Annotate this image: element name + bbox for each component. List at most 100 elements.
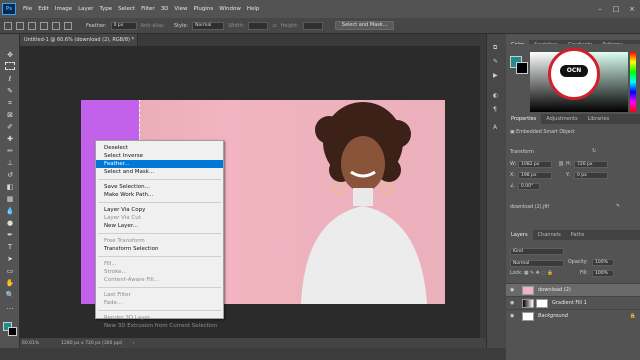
close-icon[interactable]: × <box>624 5 640 13</box>
height-field[interactable]: 720 px <box>574 161 608 168</box>
menu-image[interactable]: Image <box>52 6 75 12</box>
menu-type[interactable]: Type <box>96 6 115 12</box>
zoom-tool-icon[interactable]: 🔍 <box>4 290 16 300</box>
menu-item-layer-via-copy[interactable]: Layer Via Copy <box>96 206 223 214</box>
canvas-area[interactable] <box>20 46 486 338</box>
tab-adjustments[interactable]: Adjustments <box>541 114 582 124</box>
frame-tool-icon[interactable]: ⊠ <box>4 110 16 120</box>
select-and-mask-button[interactable]: Select and Mask... <box>334 21 395 30</box>
background-color-swatch[interactable] <box>8 327 17 336</box>
lock-icons[interactable]: ▦ ✎ ✥ ⬚ 🔒 <box>524 271 553 276</box>
history-brush-icon[interactable]: ↺ <box>4 170 16 180</box>
hue-slider[interactable] <box>630 52 636 112</box>
menu-item-deselect[interactable]: Deselect <box>96 144 223 152</box>
menu-window[interactable]: Window <box>216 6 244 12</box>
edit-contents-icon[interactable]: ✎ <box>616 204 620 209</box>
marquee-preset-icon[interactable] <box>16 21 24 30</box>
document-tab[interactable]: Untitled-1 @ 60.6% (download (2), RGB/8)… <box>20 34 138 55</box>
character-panel-icon[interactable]: A <box>493 124 502 132</box>
menu-view[interactable]: View <box>171 6 190 12</box>
eraser-tool-icon[interactable]: ◧ <box>4 182 16 192</box>
tab-paths[interactable]: Paths <box>566 230 590 240</box>
pen-tool-icon[interactable]: ✒ <box>4 230 16 240</box>
minimize-icon[interactable]: – <box>592 5 608 13</box>
layer-row[interactable]: ◉ Gradient Fill 1 <box>506 296 640 309</box>
tab-layers[interactable]: Layers <box>506 230 533 240</box>
new-selection-icon[interactable] <box>28 21 36 30</box>
layer-name[interactable]: Gradient Fill 1 <box>552 300 587 306</box>
width-input[interactable] <box>248 21 269 30</box>
zoom-level[interactable]: 60.61% <box>22 341 39 346</box>
lasso-tool-icon[interactable]: ℓ <box>4 74 16 84</box>
layer-row[interactable]: ◉ download (2) <box>506 283 640 296</box>
home-icon[interactable] <box>4 21 12 30</box>
menu-item-save-selection[interactable]: Save Selection... <box>96 183 223 191</box>
stamp-tool-icon[interactable]: ⊥ <box>4 158 16 168</box>
actions-panel-icon[interactable]: ▶ <box>493 72 502 80</box>
menu-item-transform-selection[interactable]: Transform Selection <box>96 245 223 253</box>
intersect-selection-icon[interactable] <box>64 21 72 30</box>
shape-tool-icon[interactable]: ▭ <box>4 266 16 276</box>
fill-field[interactable]: 100% <box>592 270 614 277</box>
menu-layer[interactable]: Layer <box>75 6 96 12</box>
rect-marquee-tool-icon[interactable] <box>5 62 15 70</box>
menu-filter[interactable]: Filter <box>138 6 158 12</box>
height-input[interactable] <box>302 21 323 30</box>
menu-select[interactable]: Select <box>115 6 138 12</box>
menu-item-make-work-path[interactable]: Make Work Path... <box>96 191 223 199</box>
layer-row[interactable]: ◉ Background 🔒 <box>506 309 640 322</box>
tab-channels[interactable]: Channels <box>533 230 566 240</box>
y-field[interactable]: 0 px <box>574 172 608 179</box>
layer-name[interactable]: download (2) <box>538 287 571 293</box>
menu-item-select-and-mask[interactable]: Select and Mask... <box>96 168 223 176</box>
move-tool-icon[interactable]: ✥ <box>4 50 16 60</box>
menu-item-new-layer[interactable]: New Layer... <box>96 222 223 230</box>
style-select[interactable]: Normal <box>192 21 225 30</box>
history-panel-icon[interactable]: ⧉ <box>493 44 502 52</box>
healing-tool-icon[interactable]: ✚ <box>4 134 16 144</box>
type-tool-icon[interactable]: T <box>4 242 16 252</box>
visibility-eye-icon[interactable]: ◉ <box>510 300 518 306</box>
lock-icon[interactable]: 🔒 <box>630 313 636 319</box>
menu-edit[interactable]: Edit <box>35 6 52 12</box>
visibility-eye-icon[interactable]: ◉ <box>510 287 518 293</box>
layer-name[interactable]: Background <box>538 313 568 319</box>
dodge-tool-icon[interactable]: ● <box>4 218 16 228</box>
paragraph-panel-icon[interactable]: ¶ <box>493 106 502 114</box>
layer-filter-kind[interactable]: Kind <box>510 248 564 255</box>
width-field[interactable]: 1082 px <box>518 161 552 168</box>
tab-properties[interactable]: Properties <box>506 114 542 124</box>
maximize-icon[interactable]: □ <box>608 5 624 13</box>
menu-help[interactable]: Help <box>244 6 263 12</box>
quick-select-tool-icon[interactable]: ✎ <box>4 86 16 96</box>
link-icon[interactable]: ⛓ <box>558 162 564 167</box>
status-arrow-icon[interactable]: › <box>133 341 135 346</box>
tab-libraries[interactable]: Libraries <box>583 114 615 124</box>
angle-field[interactable]: 0.00° <box>518 183 540 190</box>
path-select-tool-icon[interactable]: ➤ <box>4 254 16 264</box>
hand-tool-icon[interactable]: ✋ <box>4 278 16 288</box>
visibility-eye-icon[interactable]: ◉ <box>510 313 518 319</box>
blur-tool-icon[interactable]: 💧 <box>4 206 16 216</box>
menu-item-select-inverse[interactable]: Select Inverse <box>96 152 223 160</box>
adjust-panel-icon[interactable]: ◐ <box>493 92 502 100</box>
menu-plugins[interactable]: Plugins <box>190 6 216 12</box>
menu-file[interactable]: File <box>20 6 35 12</box>
gradient-tool-icon[interactable]: ▦ <box>4 194 16 204</box>
panel-background-swatch[interactable] <box>516 62 528 74</box>
crop-tool-icon[interactable]: ⌗ <box>4 98 16 108</box>
opacity-field[interactable]: 100% <box>592 259 614 266</box>
swap-icon[interactable]: ⇄ <box>272 23 276 29</box>
menu-3d[interactable]: 3D <box>158 6 172 12</box>
eyedropper-tool-icon[interactable]: ✐ <box>4 122 16 132</box>
feather-input[interactable]: 0 px <box>110 21 137 30</box>
reset-transform-icon[interactable]: ↻ <box>592 149 596 154</box>
x-field[interactable]: 198 px <box>518 172 552 179</box>
menu-item-feather[interactable]: Feather... <box>96 160 223 168</box>
more-tools-icon[interactable]: … <box>4 302 16 312</box>
subtract-selection-icon[interactable] <box>52 21 60 30</box>
antialias-checkbox[interactable]: Anti-alias <box>141 23 164 29</box>
brush-tool-icon[interactable]: ✏ <box>4 146 16 156</box>
blend-mode-select[interactable]: Normal <box>510 260 564 267</box>
add-selection-icon[interactable] <box>40 21 48 30</box>
